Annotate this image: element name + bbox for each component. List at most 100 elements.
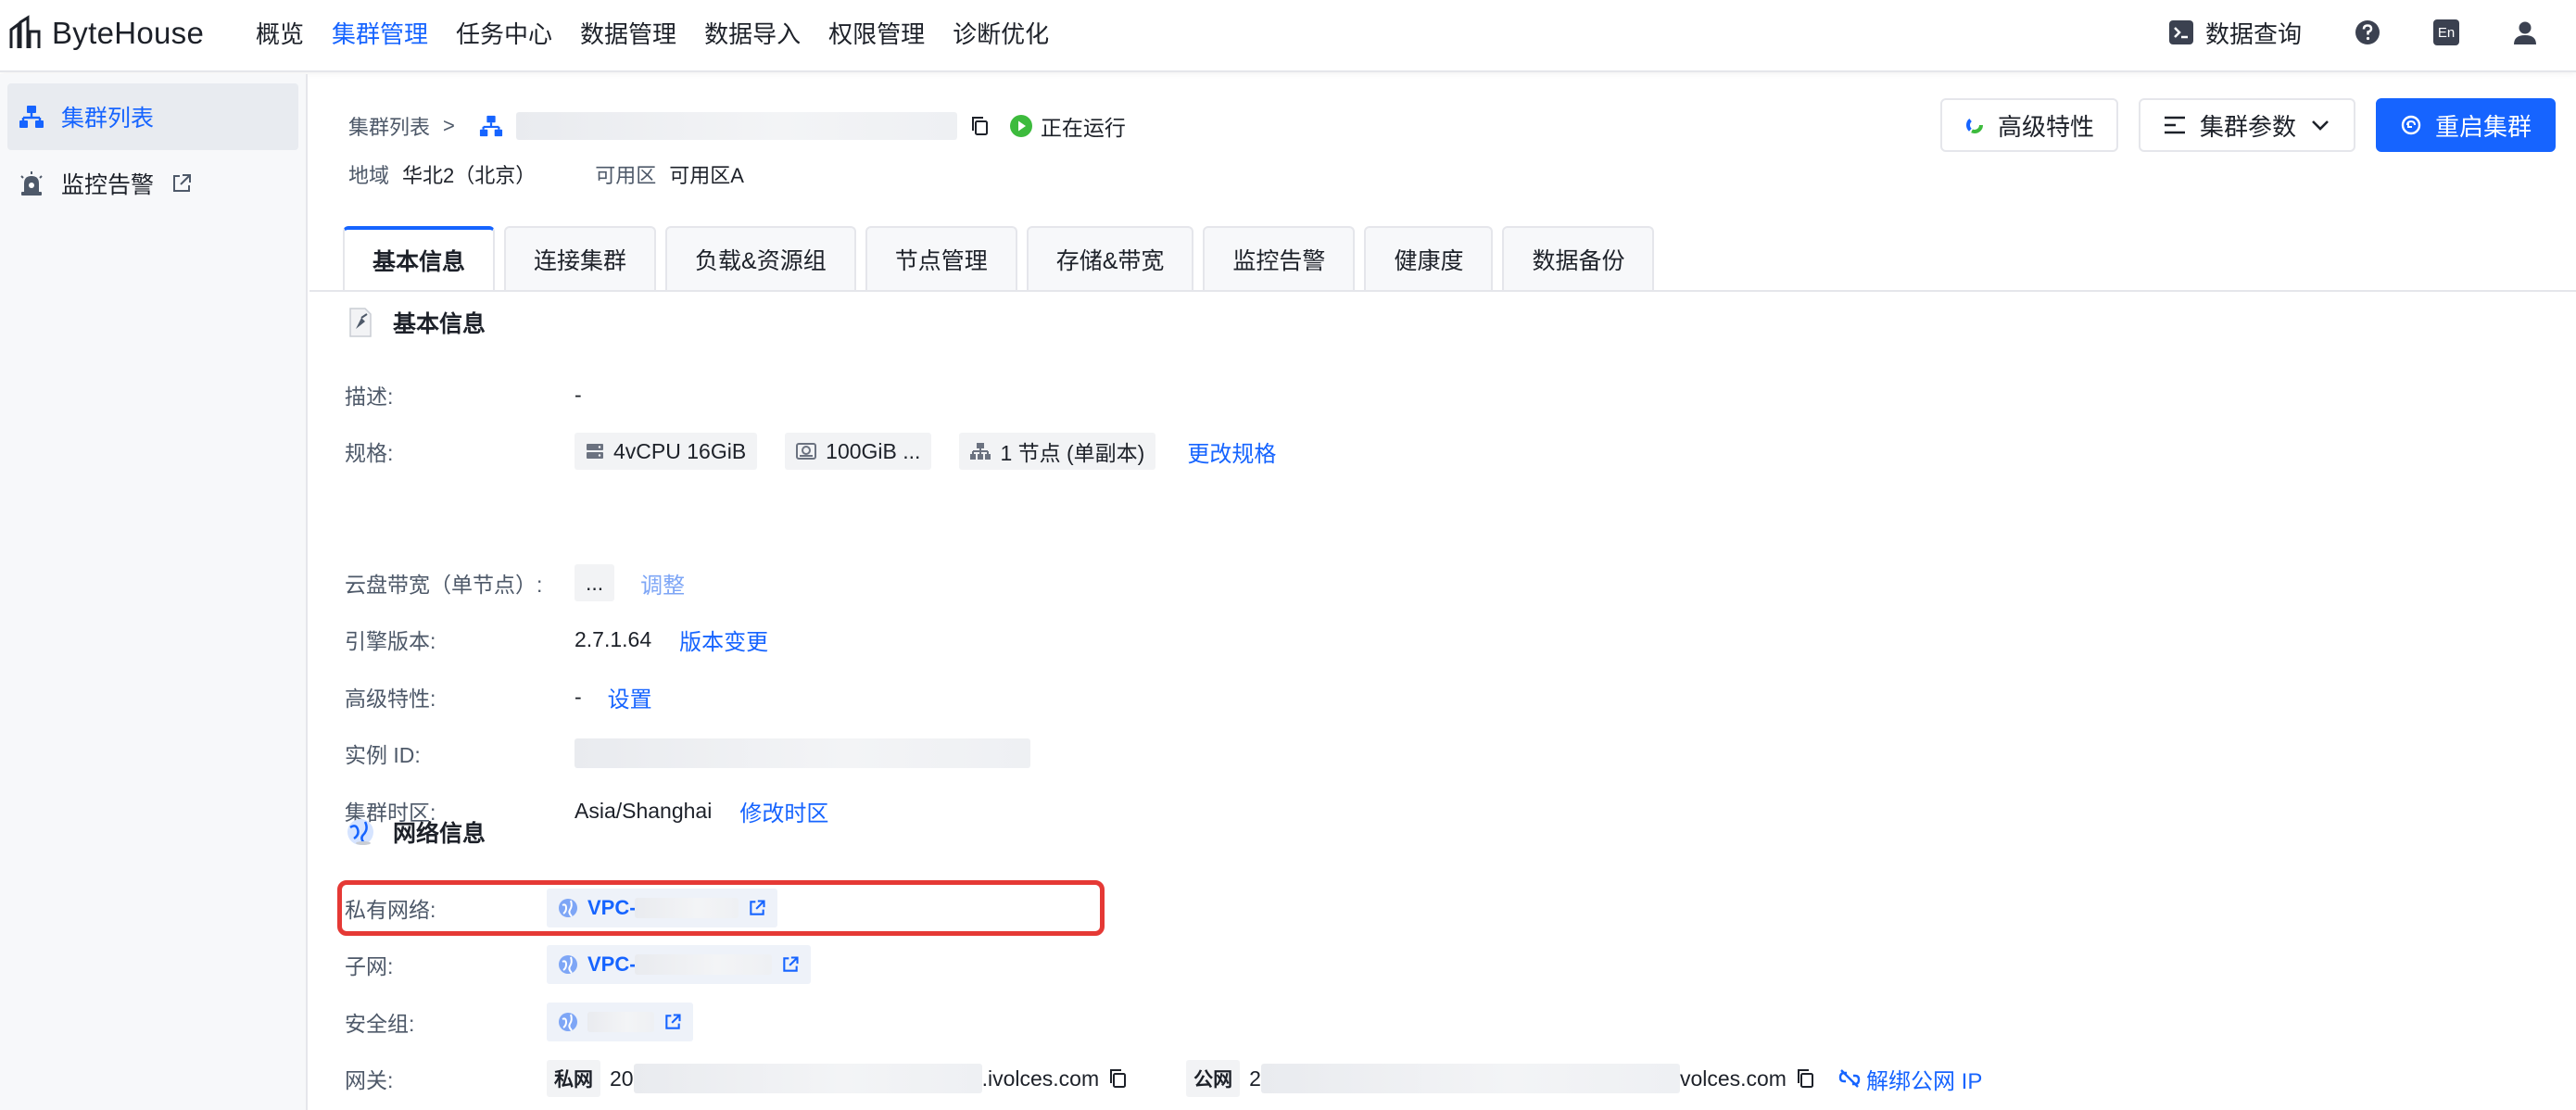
disk-icon bbox=[796, 442, 817, 460]
main-nav: 概览 集群管理 任务中心 数据管理 数据导入 权限管理 诊断优化 bbox=[256, 0, 1049, 65]
tab-basic-info[interactable]: 基本信息 bbox=[343, 226, 496, 291]
spec-cpu-chip: 4vCPU 16GiB bbox=[575, 433, 758, 470]
region-value: 华北2（北京） bbox=[402, 164, 537, 187]
restart-cluster-button[interactable]: 重启集群 bbox=[2375, 98, 2556, 152]
subnet-label: 子网: bbox=[345, 954, 394, 978]
advanced-features-row: 高级特性: - 设置 bbox=[345, 678, 652, 715]
sidebar-item-monitoring[interactable]: 监控告警 bbox=[7, 150, 298, 217]
tab-node-management[interactable]: 节点管理 bbox=[865, 226, 1017, 291]
spec-row: 规格: 4vCPU 16GiB 100GiB ... 1 节点 (单副本) 更改… bbox=[345, 433, 1276, 470]
chevron-down-icon bbox=[2309, 114, 2331, 136]
nav-diagnosis[interactable]: 诊断优化 bbox=[953, 16, 1049, 50]
vpc-id-redacted bbox=[634, 898, 739, 918]
engine-version-value: 2.7.1.64 bbox=[575, 626, 652, 651]
cluster-meta: 地域 华北2（北京） 可用区 可用区A bbox=[348, 159, 744, 189]
private-address-suffix: .ivolces.com bbox=[981, 1066, 1100, 1091]
nav-cluster-management[interactable]: 集群管理 bbox=[332, 16, 428, 50]
tab-monitoring-alerts[interactable]: 监控告警 bbox=[1203, 226, 1356, 291]
restart-icon bbox=[2400, 114, 2422, 136]
zone-value: 可用区A bbox=[669, 164, 744, 187]
cluster-params-button[interactable]: 集群参数 bbox=[2138, 98, 2355, 152]
security-group-link[interactable] bbox=[547, 1003, 693, 1041]
gateway-label: 网关: bbox=[345, 1068, 394, 1092]
user-avatar-icon[interactable] bbox=[2511, 19, 2539, 46]
tab-connect-cluster[interactable]: 连接集群 bbox=[504, 226, 657, 291]
cluster-actions: 高级特性 集群参数 重启集群 bbox=[1939, 98, 2556, 152]
nav-data-management[interactable]: 数据管理 bbox=[580, 16, 676, 50]
help-icon[interactable] bbox=[2354, 19, 2381, 46]
restart-cluster-label: 重启集群 bbox=[2434, 112, 2532, 141]
external-link-icon bbox=[781, 955, 800, 974]
spec-label: 规格: bbox=[345, 441, 394, 465]
nav-permission-management[interactable]: 权限管理 bbox=[828, 16, 925, 50]
instance-id-redacted bbox=[575, 738, 1030, 768]
language-label: En bbox=[2437, 24, 2456, 41]
description-value: - bbox=[575, 382, 582, 407]
cluster-params-label: 集群参数 bbox=[2199, 112, 2296, 141]
public-address-redacted bbox=[1260, 1064, 1680, 1093]
copy-icon[interactable] bbox=[1108, 1068, 1129, 1089]
subnet-id-redacted bbox=[634, 954, 772, 975]
tab-data-backup[interactable]: 数据备份 bbox=[1502, 226, 1655, 291]
subnet-link[interactable]: VPC- bbox=[547, 945, 811, 984]
globe-icon bbox=[558, 1012, 578, 1032]
sidebar-item-label: 集群列表 bbox=[61, 106, 155, 132]
private-address-redacted bbox=[633, 1064, 982, 1093]
unbind-public-ip-link[interactable]: 解绑公网 IP bbox=[1866, 1063, 1982, 1095]
globe-icon bbox=[558, 954, 578, 975]
tab-storage-bandwidth[interactable]: 存储&带宽 bbox=[1026, 226, 1194, 291]
subnet-row: 子网: VPC- bbox=[345, 945, 811, 984]
data-query-button[interactable]: 数据查询 bbox=[2168, 16, 2302, 50]
description-row: 描述: - bbox=[345, 376, 582, 413]
sidebar-item-cluster-list[interactable]: 集群列表 bbox=[7, 83, 298, 150]
adjust-bandwidth-link[interactable]: 调整 bbox=[640, 567, 685, 599]
bandwidth-label: 云盘带宽（单节点）: bbox=[345, 573, 543, 597]
engine-version-label: 引擎版本: bbox=[345, 629, 436, 653]
language-switch[interactable]: En bbox=[2433, 19, 2459, 45]
unlink-icon bbox=[1838, 1067, 1861, 1090]
sidebar: 集群列表 监控告警 bbox=[0, 74, 308, 1110]
security-group-label: 安全组: bbox=[345, 1012, 415, 1036]
running-status-icon bbox=[1009, 114, 1033, 138]
advanced-features-value: - bbox=[575, 684, 582, 709]
tab-load-resource-group[interactable]: 负载&资源组 bbox=[665, 226, 856, 291]
spec-cpu-value: 4vCPU 16GiB bbox=[613, 438, 747, 463]
alarm-icon bbox=[19, 170, 44, 196]
private-address-prefix: 20 bbox=[610, 1066, 634, 1091]
timezone-value: Asia/Shanghai bbox=[575, 798, 713, 823]
version-change-link[interactable]: 版本变更 bbox=[679, 624, 768, 656]
bytehouse-logo[interactable]: ByteHouse bbox=[7, 15, 204, 52]
advanced-features-button[interactable]: 高级特性 bbox=[1939, 98, 2118, 152]
zone-label: 可用区 bbox=[595, 164, 657, 187]
gateway-row: 网关: 私网 20 .ivolces.com 公网 2 volces.com 解… bbox=[345, 1060, 1982, 1097]
vpc-label: 私有网络: bbox=[345, 898, 436, 922]
tab-health[interactable]: 健康度 bbox=[1364, 226, 1494, 291]
private-network-tag: 私网 bbox=[547, 1060, 600, 1097]
spec-disk-chip: 100GiB ... bbox=[785, 433, 932, 470]
nodes-icon bbox=[970, 442, 991, 460]
public-network-tag: 公网 bbox=[1186, 1060, 1241, 1097]
breadcrumb: 集群列表 > 正在运行 bbox=[348, 107, 1126, 145]
advanced-features-row-label: 高级特性: bbox=[345, 687, 436, 711]
change-spec-link[interactable]: 更改规格 bbox=[1187, 435, 1276, 468]
breadcrumb-cluster-list[interactable]: 集群列表 bbox=[348, 111, 430, 141]
vpc-link[interactable]: VPC- bbox=[547, 889, 777, 927]
spec-nodes-value: 1 节点 (单副本) bbox=[1000, 441, 1145, 465]
advanced-features-settings-link[interactable]: 设置 bbox=[608, 681, 652, 713]
nav-task-center[interactable]: 任务中心 bbox=[456, 16, 552, 50]
spec-nodes-chip: 1 节点 (单副本) bbox=[959, 433, 1156, 470]
spec-disk-value: 100GiB ... bbox=[826, 438, 921, 463]
change-timezone-link[interactable]: 修改时区 bbox=[739, 795, 828, 827]
cluster-name-redacted bbox=[515, 112, 957, 140]
nav-data-import[interactable]: 数据导入 bbox=[704, 16, 801, 50]
external-link-icon bbox=[748, 899, 766, 917]
public-address-suffix: volces.com bbox=[1679, 1066, 1787, 1091]
copy-icon[interactable] bbox=[1796, 1068, 1816, 1089]
engine-version-row: 引擎版本: 2.7.1.64 版本变更 bbox=[345, 621, 768, 658]
copy-icon[interactable] bbox=[970, 116, 991, 136]
bandwidth-row: 云盘带宽（单节点）: ... 调整 bbox=[345, 564, 685, 601]
cluster-status: 正在运行 bbox=[1009, 110, 1126, 142]
sidebar-item-label: 监控告警 bbox=[61, 172, 155, 198]
nav-overview[interactable]: 概览 bbox=[256, 16, 304, 50]
vpc-value: VPC- bbox=[587, 896, 637, 919]
